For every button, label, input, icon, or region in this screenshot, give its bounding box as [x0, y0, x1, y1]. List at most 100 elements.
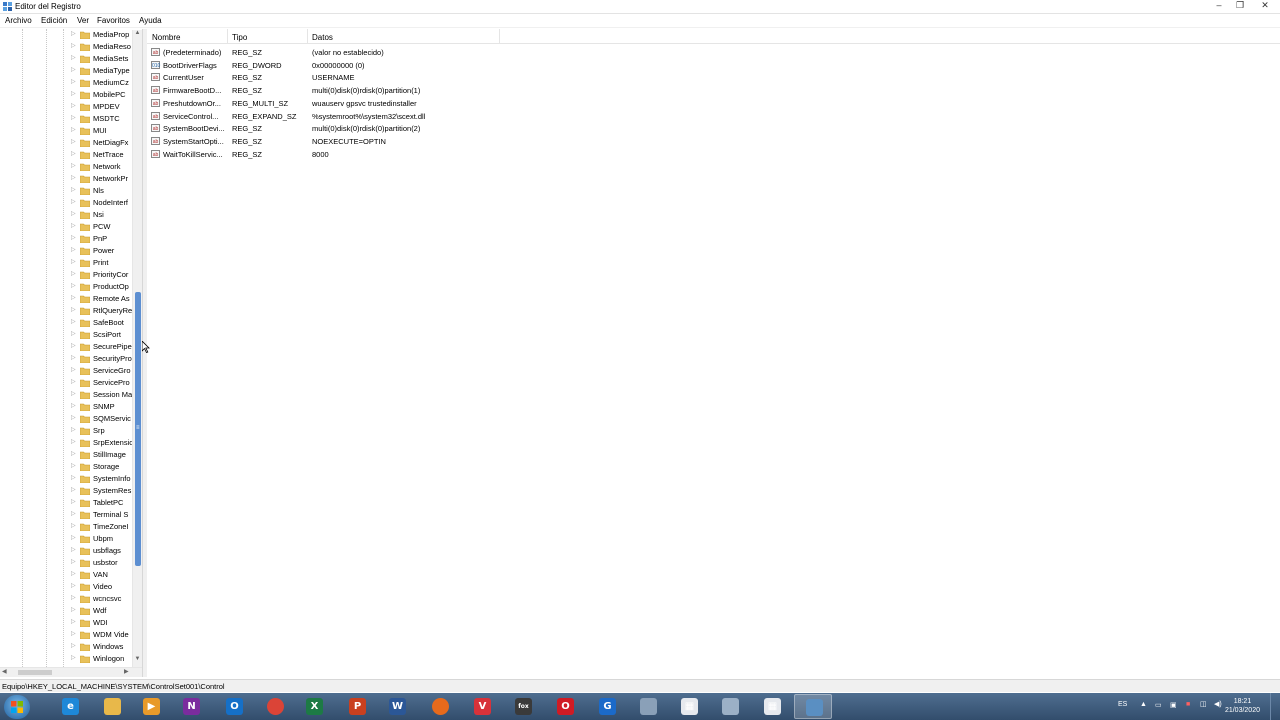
tree-item[interactable]: ▷ SrpExtensio [0, 437, 133, 449]
taskbar-vivaldi-button[interactable]: V [463, 694, 501, 719]
tree-item[interactable]: ▷ MUI [0, 125, 133, 137]
expand-arrow-icon[interactable]: ▷ [71, 174, 76, 181]
tray-mail-icon[interactable]: ■ [1186, 701, 1190, 708]
value-row[interactable]: ab SystemBootDevi... REG_SZ multi(0)disk(0)… [147, 122, 747, 134]
tree-item[interactable]: ▷ Winlogon [0, 653, 133, 665]
tree-item[interactable]: ▷ NetworkPr [0, 173, 133, 185]
expand-arrow-icon[interactable]: ▷ [71, 618, 76, 625]
tree-item[interactable]: ▷ Print [0, 257, 133, 269]
value-row[interactable]: ab CurrentUser REG_SZ USERNAME [147, 71, 747, 83]
menu-favoritos[interactable]: Favoritos [97, 16, 130, 25]
tree-item[interactable]: ▷ MobilePC [0, 89, 133, 101]
tree-item[interactable]: ▷ usbflags [0, 545, 133, 557]
scroll-up-arrow-icon[interactable]: ▲ [133, 30, 142, 39]
taskbar-app-g-button[interactable]: G [588, 694, 626, 719]
expand-arrow-icon[interactable]: ▷ [71, 630, 76, 637]
tree-item[interactable]: ▷ SystemInfo [0, 473, 133, 485]
expand-arrow-icon[interactable]: ▷ [71, 546, 76, 553]
tree-item[interactable]: ▷ VAN [0, 569, 133, 581]
values-list[interactable]: Nombre Tipo Datos ab (Predeterminado) REG_… [147, 29, 1280, 677]
taskbar-opera-button[interactable]: O [546, 694, 584, 719]
tree-item[interactable]: ▷ SecurePipe [0, 341, 133, 353]
tree-item[interactable]: ▷ MediaType [0, 65, 133, 77]
menu-ver[interactable]: Ver [77, 16, 89, 25]
expand-arrow-icon[interactable]: ▷ [71, 534, 76, 541]
value-row[interactable]: 010 BootDriverFlags REG_DWORD 0x00000000 (0… [147, 59, 747, 71]
scroll-right-arrow-icon[interactable]: ▶ [124, 668, 129, 675]
tree-item[interactable]: ▷ RtlQueryRe [0, 305, 133, 317]
expand-arrow-icon[interactable]: ▷ [71, 66, 76, 73]
column-divider[interactable] [307, 29, 308, 44]
expand-arrow-icon[interactable]: ▷ [71, 642, 76, 649]
tree-item[interactable]: ▷ Session Ma [0, 389, 133, 401]
expand-arrow-icon[interactable]: ▷ [71, 186, 76, 193]
taskbar-powerpoint-button[interactable]: P [338, 694, 376, 719]
taskbar-app-fox-button[interactable]: fox [504, 694, 542, 719]
tray-app-icon[interactable]: ▣ [1170, 701, 1177, 709]
value-row[interactable]: ab ServiceControl... REG_EXPAND_SZ %systemr… [147, 110, 747, 122]
menu-archivo[interactable]: Archivo [5, 16, 32, 25]
expand-arrow-icon[interactable]: ▷ [71, 474, 76, 481]
taskbar-chrome-button[interactable] [256, 694, 294, 719]
expand-arrow-icon[interactable]: ▷ [71, 498, 76, 505]
tree-item[interactable]: ▷ Nsi [0, 209, 133, 221]
tree-item[interactable]: ▷ Video [0, 581, 133, 593]
expand-arrow-icon[interactable]: ▷ [71, 342, 76, 349]
expand-arrow-icon[interactable]: ▷ [71, 258, 76, 265]
language-indicator[interactable]: ES [1118, 701, 1127, 708]
tree-item[interactable]: ▷ ServiceGro [0, 365, 133, 377]
expand-arrow-icon[interactable]: ▷ [71, 570, 76, 577]
tree-item[interactable]: ▷ SystemRes [0, 485, 133, 497]
tree-item[interactable]: ▷ MediaSets [0, 53, 133, 65]
value-row[interactable]: ab WaitToKillServic... REG_SZ 8000 [147, 148, 747, 160]
taskbar-word-button[interactable]: W [378, 694, 416, 719]
taskbar-app-cloud-button[interactable] [629, 694, 667, 719]
tree-item[interactable]: ▷ Nls [0, 185, 133, 197]
expand-arrow-icon[interactable]: ▷ [71, 246, 76, 253]
tree-item[interactable]: ▷ MediaProp [0, 29, 133, 41]
expand-arrow-icon[interactable]: ▷ [71, 438, 76, 445]
expand-arrow-icon[interactable]: ▷ [71, 654, 76, 661]
value-row[interactable]: ab FirmwareBootD... REG_SZ multi(0)disk(0)r… [147, 84, 747, 96]
volume-icon[interactable]: ◀) [1214, 700, 1222, 708]
expand-arrow-icon[interactable]: ▷ [71, 138, 76, 145]
tree-item[interactable]: ▷ Storage [0, 461, 133, 473]
close-button[interactable]: ✕ [1250, 0, 1280, 11]
start-button[interactable] [4, 695, 30, 719]
tree-item[interactable]: ▷ Remote As [0, 293, 133, 305]
tree-item[interactable]: ▷ WDM Vide [0, 629, 133, 641]
expand-arrow-icon[interactable]: ▷ [71, 450, 76, 457]
expand-arrow-icon[interactable]: ▷ [71, 330, 76, 337]
expand-arrow-icon[interactable]: ▷ [71, 198, 76, 205]
expand-arrow-icon[interactable]: ▷ [71, 42, 76, 49]
tree-item[interactable]: ▷ SecurityPro [0, 353, 133, 365]
tree-item[interactable]: ▷ Srp [0, 425, 133, 437]
expand-arrow-icon[interactable]: ▷ [71, 558, 76, 565]
expand-arrow-icon[interactable]: ▷ [71, 210, 76, 217]
tree-item[interactable]: ▷ Network [0, 161, 133, 173]
maximize-button[interactable]: ❐ [1230, 0, 1250, 11]
expand-arrow-icon[interactable]: ▷ [71, 114, 76, 121]
tree-item[interactable]: ▷ SNMP [0, 401, 133, 413]
menu-edicion[interactable]: Edición [41, 16, 67, 25]
taskbar-internet-explorer-button[interactable]: e [51, 694, 89, 719]
tree-item[interactable]: ▷ NetDiagFx [0, 137, 133, 149]
expand-arrow-icon[interactable]: ▷ [71, 54, 76, 61]
expand-arrow-icon[interactable]: ▷ [71, 366, 76, 373]
minimize-button[interactable]: – [1208, 0, 1230, 11]
column-header-type[interactable]: Tipo [232, 33, 247, 42]
tree-horizontal-scrollbar[interactable]: ◀ ▶ [0, 667, 142, 677]
tree-item[interactable]: ▷ Power [0, 245, 133, 257]
taskbar-regedit-button[interactable] [794, 694, 832, 719]
expand-arrow-icon[interactable]: ▷ [71, 306, 76, 313]
expand-arrow-icon[interactable]: ▷ [71, 282, 76, 289]
tree-item[interactable]: ▷ Wdf [0, 605, 133, 617]
expand-arrow-icon[interactable]: ▷ [71, 486, 76, 493]
column-header-name[interactable]: Nombre [152, 33, 180, 42]
taskbar-app-network-button[interactable] [711, 694, 749, 719]
tree-item[interactable]: ▷ PriorityCor [0, 269, 133, 281]
expand-arrow-icon[interactable]: ▷ [71, 402, 76, 409]
expand-arrow-icon[interactable]: ▷ [71, 150, 76, 157]
tree-item[interactable]: ▷ NodeInterf [0, 197, 133, 209]
taskbar-media-player-button[interactable]: ▶ [132, 694, 170, 719]
